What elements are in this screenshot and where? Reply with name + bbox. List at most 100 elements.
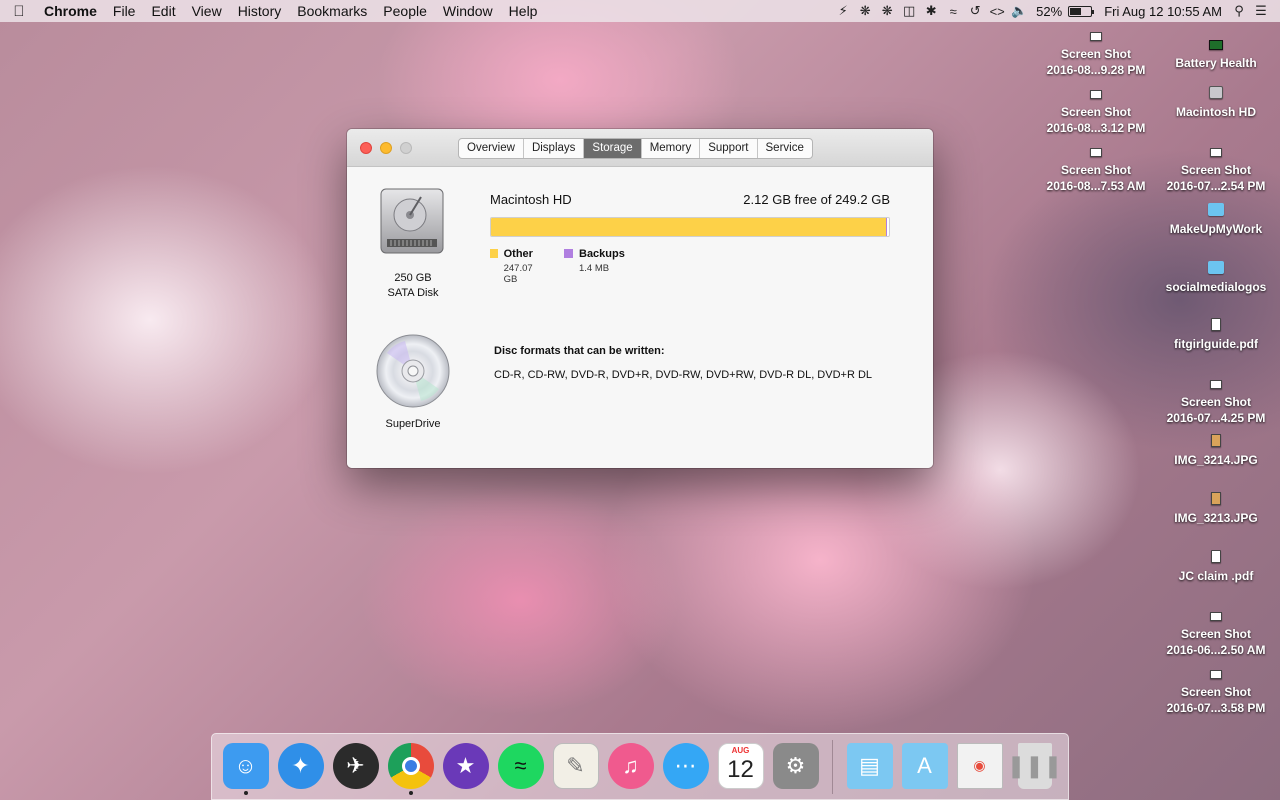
screenshot-file-icon [1210, 148, 1222, 157]
dock-documents-stack[interactable]: ▤ [842, 737, 897, 797]
running-indicator [243, 790, 248, 795]
menu-history[interactable]: History [230, 0, 290, 22]
desktop-item-name: Screen Shot [1180, 395, 1252, 409]
desktop-item-subname: 2016-08...9.28 PM [1046, 63, 1146, 77]
menu-app-name[interactable]: Chrome [38, 0, 105, 22]
tab-support[interactable]: Support [700, 139, 758, 158]
dock-itunes[interactable]: ♫ [603, 737, 658, 797]
dock-dashboard[interactable]: ✈ [328, 737, 383, 797]
screenshot-file-icon [1090, 148, 1102, 157]
desktop-item[interactable]: Screen Shot 2016-06...2.50 AM [1156, 612, 1276, 658]
dock-trash[interactable]: ❚❚❚ [1007, 737, 1062, 797]
zoom-button[interactable] [400, 142, 412, 154]
volume-name: Macintosh HD [490, 192, 572, 207]
menu-bar:  Chrome File Edit View History Bookmark… [0, 0, 1280, 22]
storage-usage-bar[interactable] [490, 217, 890, 237]
folder-icon [1208, 203, 1224, 216]
storage-panel: 250 GB SATA Disk Macintosh HD 2.12 GB fr… [347, 167, 933, 468]
dock-minimized-chrome-window[interactable]: ◉ [952, 737, 1007, 797]
dock-applications-stack[interactable]: A [897, 737, 952, 797]
bluetooth-icon[interactable]: ✱ [920, 0, 942, 22]
apple-menu-icon[interactable]:  [0, 3, 38, 20]
desktop-item[interactable]: IMG_3213.JPG [1156, 492, 1276, 526]
airplay-icon[interactable]: ◫ [898, 0, 920, 22]
dock-textedit[interactable]: ✎ [548, 737, 603, 797]
safari-icon: ✦ [277, 742, 324, 789]
legend-swatch [564, 249, 573, 258]
notification-center-icon[interactable]: ☰ [1250, 0, 1272, 22]
minimize-button[interactable] [380, 142, 392, 154]
trash-icon: ❚❚❚ [1007, 742, 1062, 789]
volume-icon[interactable]: 🔈 [1008, 0, 1030, 22]
desktop-item[interactable]: Screen Shot 2016-07...2.54 PM [1156, 148, 1276, 194]
grid-app-2-icon[interactable]: ❋ [876, 0, 898, 22]
disk-caption: 250 GB SATA Disk [363, 271, 463, 301]
wifi-icon[interactable]: ≈ [942, 0, 964, 22]
dock-safari[interactable]: ✦ [273, 737, 328, 797]
messages-icon: ⋯ [662, 742, 709, 789]
hard-drive-icon [1209, 86, 1223, 99]
calendar-icon: AUG 12 [717, 742, 764, 789]
time-machine-icon[interactable]: ↺ [964, 0, 986, 22]
calendar-day: 12 [727, 755, 754, 783]
tab-bar: Overview Displays Storage Memory Support… [458, 138, 813, 159]
screenshot-file-icon [1210, 670, 1222, 679]
tab-storage[interactable]: Storage [584, 139, 642, 158]
desktop-item-subname: 2016-08...3.12 PM [1046, 121, 1146, 135]
dock-messages[interactable]: ⋯ [658, 737, 713, 797]
menu-view[interactable]: View [184, 0, 230, 22]
battery-icon[interactable] [1068, 5, 1095, 17]
legend-swatch [490, 249, 498, 258]
window-titlebar[interactable]: Overview Displays Storage Memory Support… [347, 129, 933, 167]
usage-segment-other[interactable] [491, 218, 886, 236]
dock-imovie[interactable]: ★ [438, 737, 493, 797]
desktop-item[interactable]: Screen Shot 2016-08...3.12 PM [1036, 90, 1156, 136]
tab-displays[interactable]: Displays [524, 139, 585, 158]
desktop-item[interactable]: fitgirlguide.pdf [1156, 318, 1276, 352]
code-brackets-icon[interactable]: <> [986, 0, 1008, 22]
power-bolt-icon[interactable]: ⚡ [832, 0, 854, 22]
menu-window[interactable]: Window [435, 0, 501, 22]
clock[interactable]: Fri Aug 12 10:55 AM [1098, 4, 1228, 19]
grid-app-icon[interactable]: ❋ [854, 0, 876, 22]
desktop-item[interactable]: MakeUpMyWork [1156, 203, 1276, 237]
dock-calendar[interactable]: AUG 12 [713, 737, 768, 797]
system-preferences-icon: ⚙ [772, 742, 819, 789]
about-this-mac-window: Overview Displays Storage Memory Support… [347, 129, 933, 468]
spotlight-search-icon[interactable]: ⚲ [1228, 0, 1250, 22]
desktop-item[interactable]: IMG_3214.JPG [1156, 434, 1276, 468]
desktop-item[interactable]: Screen Shot 2016-08...9.28 PM [1036, 32, 1156, 78]
dashboard-icon: ✈ [332, 742, 379, 789]
dock-system-preferences[interactable]: ⚙ [768, 737, 823, 797]
menu-help[interactable]: Help [501, 0, 546, 22]
legend-item-backups: Backups 1.4 MB [564, 247, 625, 285]
battery-percent[interactable]: 52% [1030, 4, 1068, 19]
desktop-item[interactable]: Macintosh HD [1156, 86, 1276, 120]
desktop-item[interactable]: Screen Shot 2016-07...4.25 PM [1156, 380, 1276, 426]
usage-segment-backups[interactable] [885, 218, 887, 236]
desktop-item-name: Screen Shot [1180, 627, 1252, 641]
menu-bookmarks[interactable]: Bookmarks [289, 0, 375, 22]
dock-finder[interactable]: ☺ [218, 737, 273, 797]
desktop-item-name: Screen Shot [1060, 47, 1132, 61]
menu-people[interactable]: People [375, 0, 435, 22]
desktop-item[interactable]: Battery Health [1156, 40, 1276, 71]
superdrive-caption: SuperDrive [385, 418, 441, 430]
desktop-item[interactable]: Screen Shot 2016-08...7.53 AM [1036, 148, 1156, 194]
chrome-icon [387, 742, 434, 789]
tab-service[interactable]: Service [758, 139, 812, 158]
imovie-icon: ★ [442, 742, 489, 789]
dock-separator [832, 739, 833, 794]
close-button[interactable] [360, 142, 372, 154]
desktop-item[interactable]: Screen Shot 2016-07...3.58 PM [1156, 670, 1276, 716]
desktop-item[interactable]: JC claim .pdf [1156, 550, 1276, 584]
dock-spotify[interactable]: ≈ [493, 737, 548, 797]
menu-file[interactable]: File [105, 0, 144, 22]
menu-edit[interactable]: Edit [143, 0, 183, 22]
screenshot-file-icon [1210, 612, 1222, 621]
dock-chrome[interactable] [383, 737, 438, 797]
desktop-item[interactable]: socialmedialogos [1156, 261, 1276, 295]
tab-memory[interactable]: Memory [642, 139, 701, 158]
tab-overview[interactable]: Overview [459, 139, 524, 158]
calendar-month: AUG [731, 745, 750, 755]
